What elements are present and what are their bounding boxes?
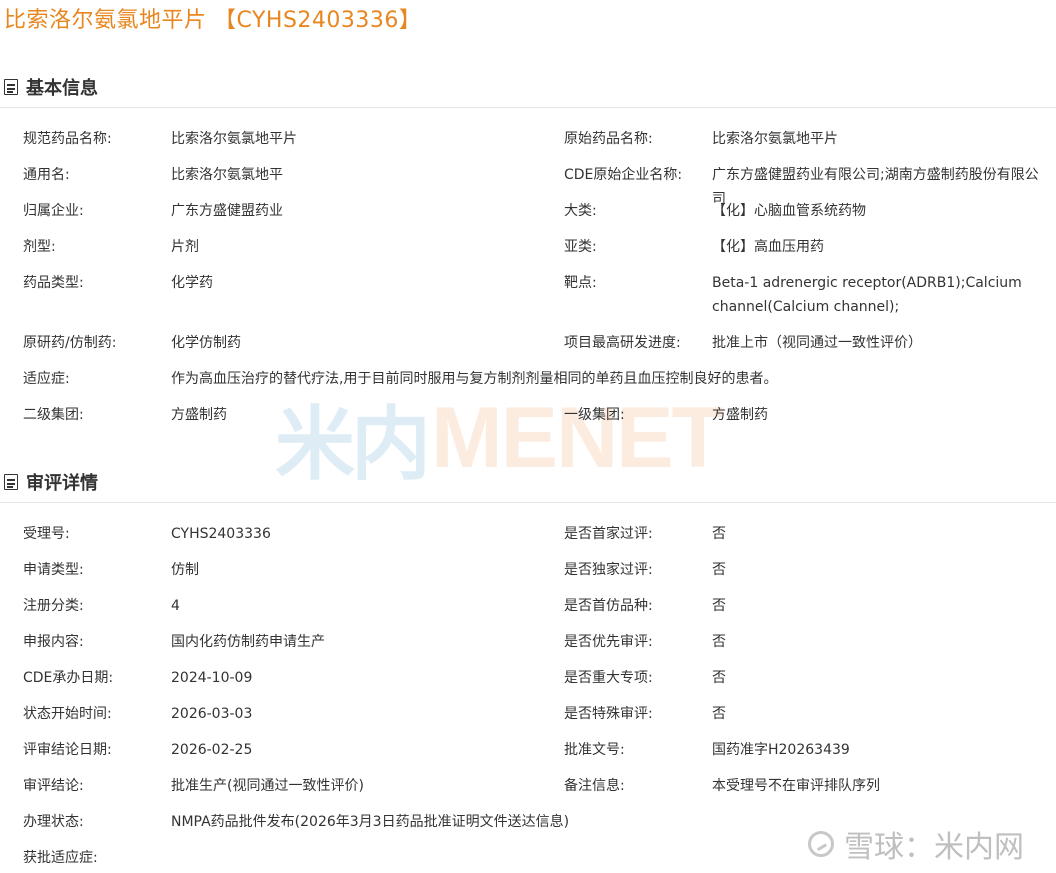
field-label: 受理号: (23, 526, 70, 542)
basic-info-header: 基本信息 (4, 74, 98, 100)
field-value: 国药准字H20263439 (712, 742, 850, 758)
field-value: 否 (712, 526, 726, 542)
field-label: 是否重大专项: (564, 670, 653, 686)
field-value: Beta-1 adrenergic receptor(ADRB1);Calciu… (712, 275, 1022, 315)
field-label: 适应症: (23, 371, 70, 387)
section-divider (0, 107, 1056, 108)
field-value: 2026-02-25 (171, 742, 253, 758)
field-value: 比索洛尔氨氯地平 (171, 167, 283, 183)
field-value: 本受理号不在审评排队序列 (712, 778, 880, 794)
field-value: 否 (712, 562, 726, 578)
field-label: 申请类型: (23, 562, 84, 578)
field-label: 二级集团: (23, 407, 84, 423)
field-label: 原始药品名称: (564, 131, 653, 147)
field-value: 化学药 (171, 275, 213, 291)
field-label: CDE原始企业名称: (564, 167, 683, 183)
field-label: 项目最高研发进度: (564, 335, 681, 351)
field-label: 办理状态: (23, 814, 84, 830)
field-value: 化学仿制药 (171, 335, 241, 351)
field-label: 是否首家过评: (564, 526, 653, 542)
field-value: NMPA药品批件发布(2026年3月3日药品批准证明文件送达信息) (171, 814, 570, 830)
field-label: 大类: (564, 203, 597, 219)
document-icon (4, 79, 18, 95)
page-title: 比索洛尔氨氯地平片 【CYHS2403336】 (4, 8, 422, 33)
field-label: 审评结论: (23, 778, 84, 794)
field-value: 国内化药仿制药申请生产 (171, 634, 325, 650)
field-value: 否 (712, 706, 726, 722)
menet-watermark: 米内 MENET (275, 390, 724, 492)
field-value: 【化】高血压用药 (712, 239, 824, 255)
field-label: 原研药/仿制药: (23, 335, 117, 351)
snowball-logo-icon (808, 831, 834, 857)
field-value: 【化】心脑血管系统药物 (712, 203, 866, 219)
field-value: 4 (171, 598, 180, 614)
field-label: 注册分类: (23, 598, 84, 614)
field-label: 批准文号: (564, 742, 625, 758)
field-value: 片剂 (171, 239, 199, 255)
field-value: 比索洛尔氨氯地平片 (171, 131, 297, 147)
document-icon (4, 474, 18, 490)
field-value: 广东方盛健盟药业 (171, 203, 283, 219)
field-value: 作为高血压治疗的替代疗法,用于目前同时服用与复方制剂剂量相同的单药且血压控制良好… (171, 371, 778, 387)
section-divider (0, 502, 1056, 503)
field-label: 备注信息: (564, 778, 625, 794)
field-label: 亚类: (564, 239, 597, 255)
field-value: 方盛制药 (171, 407, 227, 423)
basic-info-title: 基本信息 (26, 78, 98, 99)
field-value: 仿制 (171, 562, 199, 578)
field-label: 规范药品名称: (23, 131, 112, 147)
field-label: 是否独家过评: (564, 562, 653, 578)
field-value: CYHS2403336 (171, 526, 271, 542)
field-label: 靶点: (564, 275, 597, 291)
watermark-cn-text: 米内 (275, 398, 431, 491)
field-label: 通用名: (23, 167, 70, 183)
field-value: 2024-10-09 (171, 670, 253, 686)
field-label: 状态开始时间: (23, 706, 112, 722)
field-label: 是否优先审评: (564, 634, 653, 650)
review-details-header: 审评详情 (4, 469, 98, 495)
field-value: 批准上市（视同通过一致性评价） (712, 335, 922, 351)
field-value: 否 (712, 598, 726, 614)
field-value: 批准生产(视同通过一致性评价) (171, 778, 364, 794)
field-label: 评审结论日期: (23, 742, 112, 758)
field-value: 方盛制药 (712, 407, 768, 423)
field-value: 否 (712, 670, 726, 686)
field-value: 否 (712, 634, 726, 650)
field-value: 比索洛尔氨氯地平片 (712, 131, 838, 147)
watermark-corner-text: 雪球：米内网 (844, 830, 1024, 865)
field-label: 归属企业: (23, 203, 84, 219)
field-label: 剂型: (23, 239, 56, 255)
field-label: 是否首仿品种: (564, 598, 653, 614)
field-label: 获批适应症: (23, 850, 98, 866)
field-label: CDE承办日期: (23, 670, 114, 686)
review-details-title: 审评详情 (26, 473, 98, 494)
field-value: 2026-03-03 (171, 706, 253, 722)
field-label: 一级集团: (564, 407, 625, 423)
xueqiu-watermark: 雪球：米内网 (808, 822, 1024, 866)
field-label: 是否特殊审评: (564, 706, 653, 722)
field-label: 申报内容: (23, 634, 84, 650)
field-label: 药品类型: (23, 275, 84, 291)
